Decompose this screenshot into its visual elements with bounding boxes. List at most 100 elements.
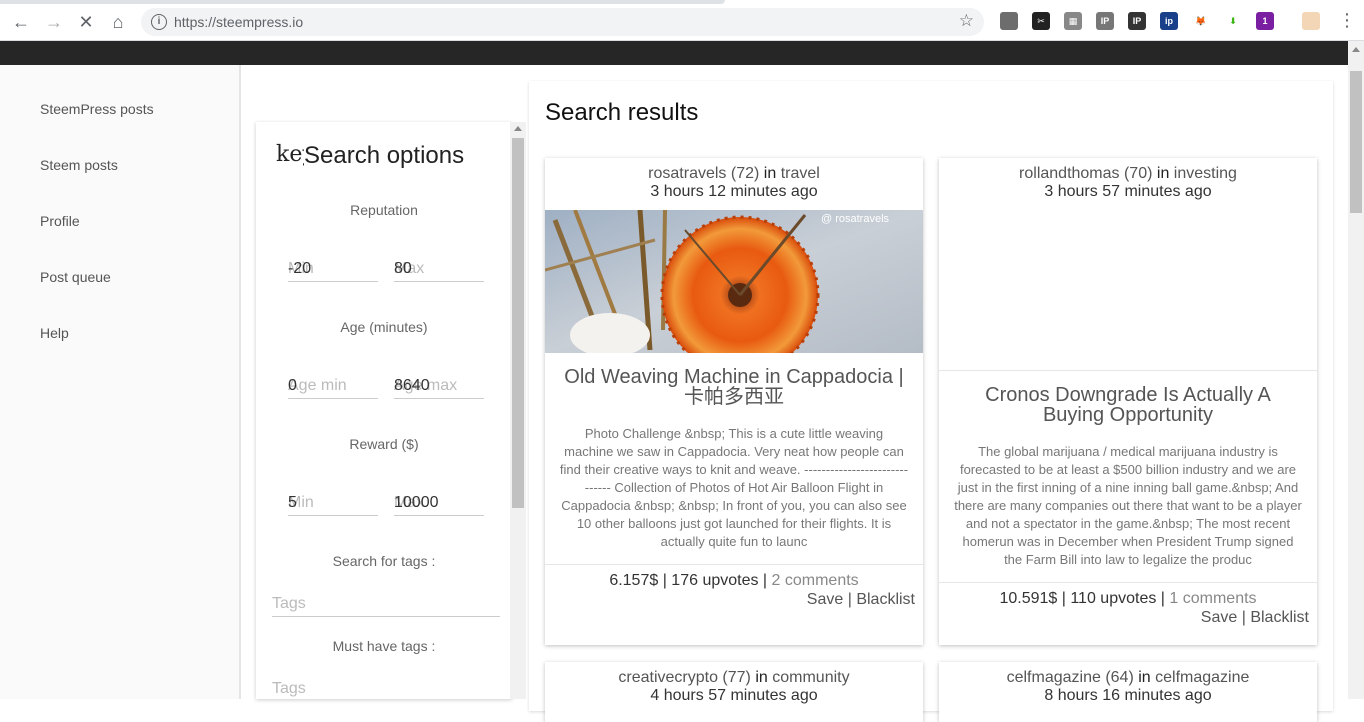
- age-min-input[interactable]: Age min 0: [288, 373, 378, 399]
- post-meta: rosatravels (72) in travel 3 hours 12 mi…: [545, 165, 923, 201]
- card-divider: [939, 582, 1317, 583]
- search-options-title: Search options: [304, 142, 465, 169]
- post-thumbnail[interactable]: [939, 210, 1317, 371]
- must-tags-placeholder: Tags: [272, 680, 306, 697]
- scroll-up-arrow-icon[interactable]: [514, 126, 522, 131]
- post-category[interactable]: investing: [1174, 165, 1237, 182]
- page-scrollbar[interactable]: [1348, 41, 1364, 699]
- post-excerpt: Photo Challenge &nbsp; This is a cute li…: [559, 426, 909, 549]
- blacklist-button[interactable]: Blacklist: [1250, 609, 1309, 626]
- nav-steem-posts[interactable]: Steem posts: [40, 157, 118, 173]
- post-time: 3 hours 12 minutes ago: [650, 183, 818, 200]
- post-meta: rollandthomas (70) in investing 3 hours …: [939, 165, 1317, 201]
- post-title[interactable]: Cronos Downgrade Is Actually A Buying Op…: [939, 385, 1317, 425]
- scissors-ext-icon[interactable]: ✂: [1032, 12, 1050, 30]
- post-thumbnail[interactable]: @ rosatravels: [545, 210, 923, 353]
- browser-toolbar: ← → ✕ ⌂ i https://steempress.io ☆ ✂ ▦ IP…: [0, 0, 1364, 41]
- post-payout: 10.591$: [999, 590, 1058, 607]
- ip-ext-icon[interactable]: IP: [1128, 12, 1146, 30]
- fox-ext-icon[interactable]: 🦊: [1192, 12, 1210, 30]
- age-max-value: 8640: [394, 377, 430, 394]
- nav-post-queue[interactable]: Post queue: [40, 269, 111, 285]
- post-stats: 6.157$ | 176 upvotes | 2 comments: [609, 572, 859, 589]
- reward-max-input[interactable]: Max 10000: [394, 490, 484, 516]
- search-options-panel: key Search options Reputation Min -20 Ma…: [256, 122, 512, 699]
- back-icon[interactable]: ←: [9, 10, 33, 34]
- reputation-max-input[interactable]: Max 80: [394, 256, 484, 282]
- options-scroll-thumb[interactable]: [512, 138, 524, 508]
- age-min-value: 0: [288, 377, 297, 394]
- post-author[interactable]: creativecrypto (77): [618, 669, 751, 686]
- post-in-word: in: [1156, 165, 1170, 182]
- reputation-min-input[interactable]: Min -20: [288, 256, 378, 282]
- options-scrollbar[interactable]: [510, 122, 526, 699]
- image-watermark: @ rosatravels: [821, 213, 890, 225]
- post-payout: 6.157$: [609, 572, 659, 589]
- address-bar[interactable]: i https://steempress.io ☆: [141, 8, 984, 36]
- post-comments[interactable]: 1 comments: [1169, 590, 1256, 607]
- blacklist-button[interactable]: Blacklist: [856, 591, 915, 608]
- chart-ext-icon[interactable]: [1000, 12, 1018, 30]
- post-card[interactable]: rollandthomas (70) in investing 3 hours …: [939, 158, 1317, 645]
- badge-ext-icon[interactable]: 1: [1256, 12, 1274, 30]
- browser-menu-icon[interactable]: ⋮: [1338, 10, 1356, 31]
- post-card[interactable]: creativecrypto (77) in community 4 hours…: [545, 662, 923, 722]
- search-tags-placeholder: Tags: [272, 595, 306, 612]
- home-icon[interactable]: ⌂: [106, 10, 130, 34]
- sidebar: SteemPress posts Steem posts Profile Pos…: [0, 65, 241, 699]
- post-excerpt: The global marijuana / medical marijuana…: [954, 444, 1302, 567]
- post-author[interactable]: rosatravels (72): [648, 165, 759, 182]
- post-comments[interactable]: 2 comments: [772, 572, 859, 589]
- post-card[interactable]: celfmagazine (64) in celfmagazine 8 hour…: [939, 662, 1317, 722]
- reward-min-input[interactable]: Min 5: [288, 490, 378, 516]
- nav-profile[interactable]: Profile: [40, 213, 80, 229]
- search-tags-label: Search for tags :: [332, 553, 436, 569]
- reward-max-value: 10000: [394, 494, 439, 511]
- download-ext-icon[interactable]: ⬇: [1224, 12, 1242, 30]
- post-card[interactable]: rosatravels (72) in travel 3 hours 12 mi…: [545, 158, 923, 645]
- page-scroll-up-arrow-icon[interactable]: [1352, 47, 1360, 52]
- post-stats: 10.591$ | 110 upvotes | 1 comments: [999, 590, 1257, 607]
- reputation-label: Reputation: [350, 202, 418, 218]
- site-header-bar: [0, 41, 1364, 65]
- profile-ext-icon[interactable]: [1302, 12, 1320, 30]
- post-actions: Save | Blacklist: [806, 591, 915, 608]
- key-icon: key: [276, 142, 304, 167]
- post-category[interactable]: travel: [781, 165, 820, 182]
- forward-icon[interactable]: →: [42, 10, 66, 34]
- post-in-word: in: [763, 165, 777, 182]
- nav-help[interactable]: Help: [40, 325, 69, 341]
- must-tags-input[interactable]: Tags: [272, 676, 500, 699]
- post-title[interactable]: Old Weaving Machine in Cappadocia | 卡帕多西…: [545, 367, 923, 407]
- age-label: Age (minutes): [340, 319, 428, 335]
- post-time: 3 hours 57 minutes ago: [1044, 183, 1212, 200]
- post-author[interactable]: celfmagazine (64): [1007, 669, 1134, 686]
- must-tags-label: Must have tags :: [332, 638, 436, 654]
- save-button[interactable]: Save: [1201, 609, 1237, 626]
- bookmark-star-icon[interactable]: ☆: [959, 11, 974, 31]
- post-category[interactable]: celfmagazine: [1155, 669, 1249, 686]
- post-time: 8 hours 16 minutes ago: [1044, 687, 1212, 704]
- stop-loading-icon[interactable]: ✕: [74, 10, 98, 34]
- reward-label: Reward ($): [349, 436, 419, 452]
- post-meta: celfmagazine (64) in celfmagazine 8 hour…: [939, 669, 1317, 705]
- rep-min-value: -20: [288, 260, 312, 277]
- post-author[interactable]: rollandthomas (70): [1019, 165, 1152, 182]
- weaving-machine-image: @ rosatravels: [545, 210, 923, 353]
- ip-blue-ext-icon[interactable]: ip: [1160, 12, 1178, 30]
- site-info-icon[interactable]: i: [151, 14, 167, 30]
- page-scroll-thumb[interactable]: [1350, 71, 1362, 213]
- save-button[interactable]: Save: [807, 591, 843, 608]
- ip-search-ext-icon[interactable]: IP: [1096, 12, 1114, 30]
- post-category[interactable]: community: [772, 669, 849, 686]
- post-upvotes: 110 upvotes: [1070, 590, 1157, 607]
- post-in-word: in: [1138, 669, 1151, 686]
- search-results-heading: Search results: [545, 99, 699, 126]
- tab-strip: [0, 0, 725, 4]
- age-max-input[interactable]: Age max 8640: [394, 373, 484, 399]
- post-actions: Save | Blacklist: [1200, 609, 1309, 626]
- keyboard-ext-icon[interactable]: ▦: [1064, 12, 1082, 30]
- nav-steempress-posts[interactable]: SteemPress posts: [40, 101, 154, 117]
- post-in-word: in: [755, 669, 768, 686]
- search-tags-input[interactable]: Tags: [272, 591, 500, 617]
